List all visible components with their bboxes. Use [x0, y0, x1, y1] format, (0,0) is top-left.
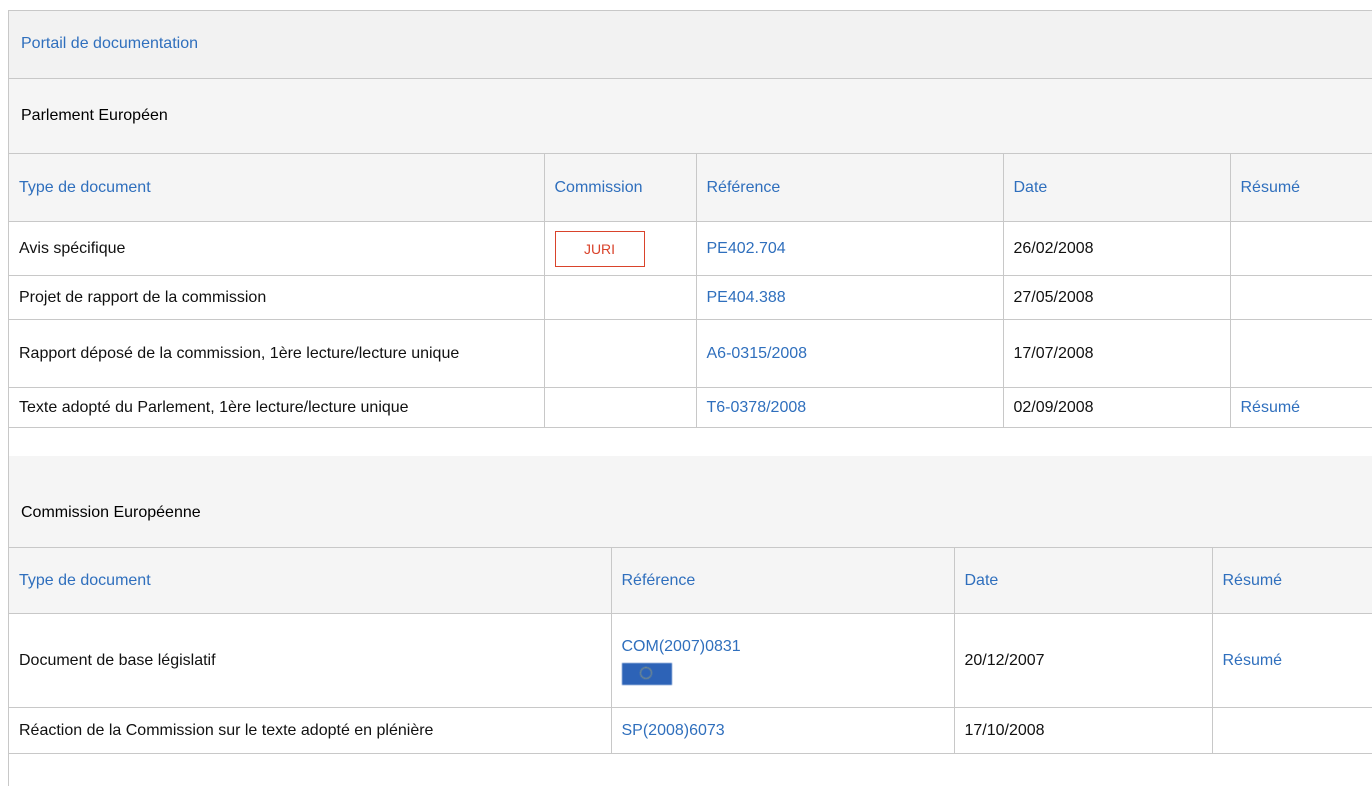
- document-type-cell: Texte adopté du Parlement, 1ère lecture/…: [9, 387, 545, 428]
- commission-section-title: Commission Européenne: [21, 504, 201, 521]
- date-cell: 20/12/2007: [953, 613, 1213, 708]
- summary-link[interactable]: Résumé: [1223, 652, 1283, 669]
- column-header-committee: Commission: [543, 153, 697, 222]
- table-header-row: Type de document Référence Date Résumé: [9, 547, 1372, 614]
- documentation-portal: Portail de documentation Parlement Europ…: [8, 10, 1372, 786]
- date-cell: 02/09/2008: [1002, 387, 1231, 428]
- reference-cell: T6-0378/2008: [695, 387, 1004, 428]
- summary-link[interactable]: Résumé: [1241, 399, 1301, 416]
- committee-cell: [543, 387, 697, 428]
- committee-badge[interactable]: JURI: [554, 230, 645, 267]
- date-cell: 17/07/2008: [1002, 319, 1231, 388]
- summary-cell: [1229, 319, 1372, 388]
- document-type-cell: Document de base législatif: [9, 613, 612, 708]
- summary-cell: [1229, 221, 1372, 276]
- column-header-date: Date: [1002, 153, 1231, 222]
- column-header-type: Type de document: [9, 547, 612, 614]
- column-header-summary: Résumé: [1211, 547, 1372, 614]
- table-row: Avis spécifique JURI PE402.704 26/02/200…: [9, 221, 1372, 276]
- committee-cell: [543, 275, 697, 320]
- summary-cell: [1229, 275, 1372, 320]
- parliament-section-header: Parlement Européen: [9, 79, 1372, 153]
- table-row: Rapport déposé de la commission, 1ère le…: [9, 319, 1372, 388]
- document-type-cell: Projet de rapport de la commission: [9, 275, 545, 320]
- parliament-documents-table: Type de document Commission Référence Da…: [9, 153, 1372, 428]
- document-type-cell: Rapport déposé de la commission, 1ère le…: [9, 319, 545, 388]
- summary-cell: Résumé: [1229, 387, 1372, 428]
- eu-stars-icon: [639, 667, 652, 679]
- reference-link[interactable]: T6-0378/2008: [707, 399, 807, 416]
- reference-link[interactable]: A6-0315/2008: [707, 345, 808, 362]
- summary-cell: [1211, 707, 1372, 754]
- reference-link[interactable]: PE404.388: [707, 289, 786, 306]
- committee-cell: JURI: [543, 221, 697, 276]
- reference-link[interactable]: SP(2008)6073: [622, 722, 725, 739]
- reference-cell: COM(2007)0831: [610, 613, 955, 708]
- reference-link[interactable]: COM(2007)0831: [622, 638, 741, 655]
- table-row: Document de base législatif COM(2007)083…: [9, 613, 1372, 708]
- portal-header: Portail de documentation: [9, 11, 1372, 79]
- date-cell: 26/02/2008: [1002, 221, 1231, 276]
- reference-cell: PE402.704: [695, 221, 1004, 276]
- reference-link[interactable]: PE402.704: [707, 240, 786, 257]
- date-cell: 27/05/2008: [1002, 275, 1231, 320]
- date-cell: 17/10/2008: [953, 707, 1213, 754]
- column-header-type: Type de document: [9, 153, 545, 222]
- reference-cell: SP(2008)6073: [610, 707, 955, 754]
- reference-cell: PE404.388: [695, 275, 1004, 320]
- commission-documents-table: Type de document Référence Date Résumé D…: [9, 547, 1372, 754]
- summary-cell: Résumé: [1211, 613, 1372, 708]
- table-row: Projet de rapport de la commission PE404…: [9, 275, 1372, 320]
- eu-flag-icon[interactable]: [621, 663, 672, 685]
- column-header-reference: Référence: [695, 153, 1004, 222]
- column-header-reference: Référence: [610, 547, 955, 614]
- document-type-cell: Avis spécifique: [9, 221, 545, 276]
- committee-cell: [543, 319, 697, 388]
- table-row: Texte adopté du Parlement, 1ère lecture/…: [9, 387, 1372, 428]
- reference-cell: A6-0315/2008: [695, 319, 1004, 388]
- table-row: Réaction de la Commission sur le texte a…: [9, 707, 1372, 754]
- document-type-cell: Réaction de la Commission sur le texte a…: [9, 707, 612, 754]
- table-header-row: Type de document Commission Référence Da…: [9, 153, 1372, 222]
- column-header-summary: Résumé: [1229, 153, 1372, 222]
- portal-title-link[interactable]: Portail de documentation: [21, 35, 198, 53]
- column-header-date: Date: [953, 547, 1213, 614]
- commission-section-header: Commission Européenne: [9, 456, 1372, 547]
- parliament-section-title: Parlement Européen: [21, 107, 168, 124]
